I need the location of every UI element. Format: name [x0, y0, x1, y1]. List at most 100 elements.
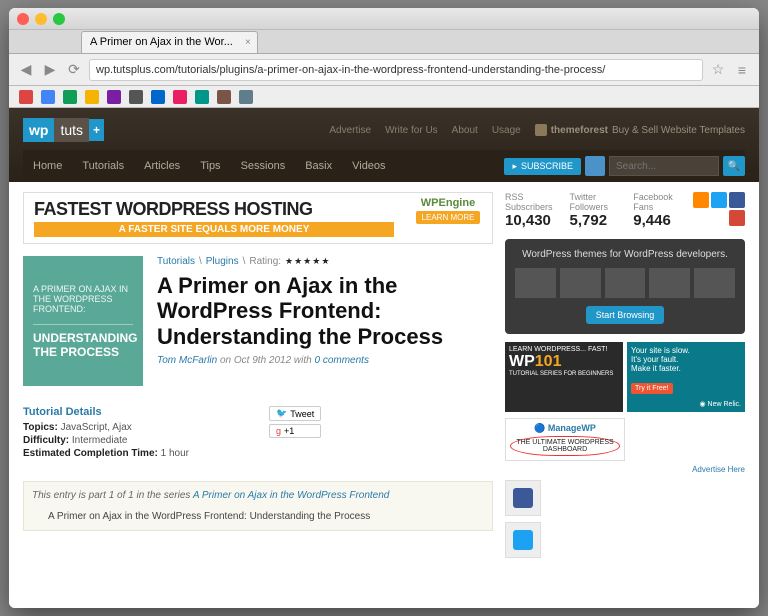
- bookmark-icon[interactable]: [151, 90, 165, 104]
- bookmark-icon[interactable]: [41, 90, 55, 104]
- wpengine-logo: WPEngine: [408, 197, 488, 209]
- start-browsing-button[interactable]: Start Browsing: [586, 306, 665, 324]
- bookmarks-bar: [9, 86, 759, 108]
- address-input[interactable]: [89, 59, 703, 81]
- main-nav: Home Tutorials Articles Tips Sessions Ba…: [23, 150, 745, 182]
- subscribe-button[interactable]: ▸ SUBSCRIBE: [504, 158, 581, 175]
- comments-link[interactable]: 0 comments: [315, 355, 369, 366]
- link-advertise[interactable]: Advertise: [329, 125, 371, 136]
- bookmark-icon[interactable]: [129, 90, 143, 104]
- theme-thumb[interactable]: [694, 268, 735, 298]
- banner-subtitle: A FASTER SITE EQUALS MORE MONEY: [34, 222, 394, 237]
- gplus-button[interactable]: g+1: [269, 424, 321, 438]
- bookmark-icon[interactable]: [63, 90, 77, 104]
- logo-plus: +: [89, 119, 104, 141]
- ad-banner[interactable]: FASTEST WORDPRESS HOSTING A FASTER SITE …: [23, 192, 493, 244]
- nav-tutorials[interactable]: Tutorials: [72, 156, 134, 176]
- maximize-icon[interactable]: [53, 13, 65, 25]
- tutorial-details: Tutorial Details Topics: JavaScript, Aja…: [23, 406, 493, 461]
- gplus-icon[interactable]: [729, 210, 745, 226]
- bookmark-star-icon[interactable]: ☆: [709, 61, 727, 79]
- back-icon[interactable]: ◀: [17, 61, 35, 79]
- learn-more-button[interactable]: LEARN MORE: [416, 211, 481, 224]
- bookmark-icon[interactable]: [239, 90, 253, 104]
- details-heading: Tutorial Details: [23, 406, 189, 418]
- themeforest-icon: [535, 124, 547, 136]
- theme-thumb[interactable]: [649, 268, 690, 298]
- url-bar: ◀ ▶ ⟳ ☆ ≡: [9, 54, 759, 86]
- bookmark-icon[interactable]: [85, 90, 99, 104]
- promo-title: WordPress themes for WordPress developer…: [515, 249, 735, 260]
- themeforest-link[interactable]: themeforest Buy & Sell Website Templates: [535, 124, 745, 136]
- series-item[interactable]: A Primer on Ajax in the WordPress Fronte…: [32, 511, 484, 522]
- forward-icon[interactable]: ▶: [41, 61, 59, 79]
- advertise-here-link[interactable]: Advertise Here: [505, 465, 745, 474]
- nav-articles[interactable]: Articles: [134, 156, 190, 176]
- browser-window: A Primer on Ajax in the Wor... × ◀ ▶ ⟳ ☆…: [9, 8, 759, 608]
- nav-tips[interactable]: Tips: [190, 156, 230, 176]
- logo-wp: wp: [23, 118, 54, 142]
- author-link[interactable]: Tom McFarlin: [157, 355, 217, 366]
- close-tab-icon[interactable]: ×: [245, 37, 251, 48]
- ad-wp101[interactable]: LEARN WORDPRESS... FAST! WP101 TUTORIAL …: [505, 342, 623, 412]
- close-icon[interactable]: [17, 13, 29, 25]
- crumb-plugins[interactable]: Plugins: [206, 256, 239, 267]
- rss-icon[interactable]: [693, 192, 709, 208]
- link-usage[interactable]: Usage: [492, 125, 521, 136]
- bookmark-icon[interactable]: [195, 90, 209, 104]
- stat-rss: RSS Subscribers10,430: [505, 192, 556, 229]
- twitter-icon: [513, 530, 533, 550]
- theme-thumb[interactable]: [515, 268, 556, 298]
- facebook-box[interactable]: [505, 480, 541, 516]
- crumb-tutorials[interactable]: Tutorials: [157, 256, 195, 267]
- menu-icon[interactable]: ≡: [733, 61, 751, 79]
- series-box: This entry is part 1 of 1 in the series …: [23, 481, 493, 531]
- bookmark-icon[interactable]: [107, 90, 121, 104]
- nav-sessions[interactable]: Sessions: [231, 156, 296, 176]
- theme-thumb[interactable]: [560, 268, 601, 298]
- nav-home[interactable]: Home: [23, 156, 72, 176]
- twitter-icon[interactable]: [711, 192, 727, 208]
- article-thumbnail: A PRIMER ON AJAX IN THE WORDPRESS FRONTE…: [23, 256, 143, 386]
- sidebar: RSS Subscribers10,430 Twitter Followers5…: [505, 192, 745, 564]
- search-input[interactable]: [609, 156, 719, 176]
- tweet-button[interactable]: 🐦Tweet: [269, 406, 321, 421]
- link-write[interactable]: Write for Us: [385, 125, 438, 136]
- main-column: FASTEST WORDPRESS HOSTING A FASTER SITE …: [23, 192, 493, 564]
- twitter-icon: 🐦: [276, 408, 287, 419]
- stat-twitter: Twitter Followers5,792: [570, 192, 620, 229]
- nav-basix[interactable]: Basix: [295, 156, 342, 176]
- bookmark-icon[interactable]: [19, 90, 33, 104]
- breadcrumb: Tutorials \ Plugins \ Rating: ★★★★★: [157, 256, 493, 267]
- banner-title: FASTEST WORDPRESS HOSTING: [34, 199, 394, 220]
- facebook-icon[interactable]: [729, 192, 745, 208]
- browser-tab[interactable]: A Primer on Ajax in the Wor... ×: [81, 31, 258, 53]
- article-title: A Primer on Ajax in the WordPress Fronte…: [157, 273, 493, 349]
- tab-bar: A Primer on Ajax in the Wor... ×: [9, 30, 759, 54]
- theme-thumb[interactable]: [605, 268, 646, 298]
- rating-stars[interactable]: ★★★★★: [285, 256, 330, 267]
- bookmark-icon[interactable]: [217, 90, 231, 104]
- bookmark-icon[interactable]: [173, 90, 187, 104]
- tab-title: A Primer on Ajax in the Wor...: [90, 36, 233, 48]
- link-about[interactable]: About: [452, 125, 478, 136]
- twitter-icon[interactable]: [585, 156, 605, 176]
- nav-videos[interactable]: Videos: [342, 156, 395, 176]
- series-link[interactable]: A Primer on Ajax in the WordPress Fronte…: [193, 490, 390, 501]
- titlebar: [9, 8, 759, 30]
- rss-icon: ▸: [512, 161, 517, 172]
- page-content: wp tuts + Advertise Write for Us About U…: [9, 108, 759, 608]
- themes-promo: WordPress themes for WordPress developer…: [505, 239, 745, 334]
- search-button[interactable]: 🔍: [723, 156, 745, 176]
- minimize-icon[interactable]: [35, 13, 47, 25]
- ad-newrelic[interactable]: Your site is slow. It's your fault. Make…: [627, 342, 745, 412]
- stat-facebook: Facebook Fans9,446: [633, 192, 679, 229]
- stats-row: RSS Subscribers10,430 Twitter Followers5…: [505, 192, 745, 229]
- ad-managewp[interactable]: 🔵 ManageWP THE ULTIMATE WORDPRESS DASHBO…: [505, 418, 625, 461]
- reload-icon[interactable]: ⟳: [65, 61, 83, 79]
- article: A PRIMER ON AJAX IN THE WORDPRESS FRONTE…: [23, 256, 493, 386]
- logo-tuts: tuts: [54, 118, 89, 142]
- site-logo[interactable]: wp tuts +: [23, 118, 104, 142]
- twitter-box[interactable]: [505, 522, 541, 558]
- facebook-icon: [513, 488, 533, 508]
